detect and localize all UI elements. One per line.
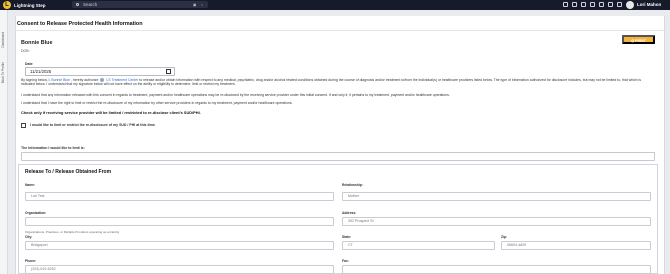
app-name: Lightning Step xyxy=(14,2,46,8)
calendar-icon[interactable] xyxy=(581,2,586,7)
dashboard-tab[interactable]: Dashboard xyxy=(1,32,5,48)
fax-field[interactable] xyxy=(342,265,651,274)
voice-icon[interactable]: ⌁ xyxy=(201,3,203,7)
city-label: City: xyxy=(25,235,33,239)
date-input[interactable]: 11/21/2025 xyxy=(25,67,175,76)
limit-information-field[interactable] xyxy=(21,152,655,161)
page-title: Consent to Release Protected Health Info… xyxy=(17,21,143,27)
state-field[interactable]: CT xyxy=(342,241,495,250)
limit-redisclosure-checkbox[interactable] xyxy=(21,123,26,128)
phone-field[interactable]: (203) 619-6252 xyxy=(25,265,334,274)
phone-label: Phone: xyxy=(25,259,37,263)
back-to-profile-tab[interactable]: Back To Profile xyxy=(1,62,5,83)
bell-icon[interactable] xyxy=(599,2,604,7)
search-input[interactable]: Search xyxy=(83,2,97,7)
address-field[interactable]: 352 Prospect St xyxy=(342,217,651,226)
limit-redisclosure-label[interactable]: I would like to limit or restrict the re… xyxy=(30,123,156,127)
fax-label: Fax: xyxy=(342,259,349,263)
release-section-title: Release To / Release Obtained From xyxy=(25,169,112,175)
name-field[interactable]: Lori Test xyxy=(25,192,334,201)
grid-icon[interactable] xyxy=(572,2,577,7)
state-label: State: xyxy=(342,235,352,239)
brand[interactable]: L Lightning Step xyxy=(3,1,46,9)
divider xyxy=(15,30,665,31)
app-logo-icon: L xyxy=(3,1,11,9)
left-rail: Dashboard Back To Profile xyxy=(0,10,8,274)
search-icon xyxy=(76,2,79,6)
zip-field[interactable]: 06604-4829 xyxy=(501,241,651,250)
relationship-field[interactable]: Mother xyxy=(342,192,651,201)
avatar[interactable] xyxy=(626,1,634,9)
search-bar[interactable]: Search ▣ ⌁ xyxy=(72,1,208,8)
patient-name: Bonnie Blue xyxy=(21,40,53,46)
rights-text: I understand that I have the right to li… xyxy=(21,101,293,105)
redisclosure-text: I understand that any information releas… xyxy=(21,93,450,97)
relationship-label: Relationship: xyxy=(342,183,363,187)
restriction-heading: Check only if receiving service provider… xyxy=(21,110,201,115)
help-icon[interactable] xyxy=(608,2,613,7)
top-bar: L Lightning Step Search ▣ ⌁ Lori Mahon xyxy=(0,0,670,10)
name-label: Name: xyxy=(25,183,36,187)
address-label: Address: xyxy=(342,211,357,215)
limit-information-label: The information I would like to limit is… xyxy=(21,145,85,150)
authorization-text: By signing below, I, Bonnie Blue , hereb… xyxy=(21,78,641,87)
calendar-icon[interactable] xyxy=(166,69,171,74)
message-icon[interactable] xyxy=(563,2,568,7)
clear-search-icon[interactable]: ▣ xyxy=(193,3,196,7)
dob-label: DOB: xyxy=(21,48,30,53)
date-value: 11/21/2025 xyxy=(30,69,52,74)
chat-icon[interactable] xyxy=(590,2,595,7)
organization-label: Organization: xyxy=(25,211,47,215)
date-label: Date xyxy=(25,61,33,66)
organization-help-text: Organizations, Practices, or Multiple Pr… xyxy=(25,230,120,234)
header-icons xyxy=(563,2,622,7)
zip-label: Zip: xyxy=(501,235,508,239)
city-field[interactable]: Bridgeport xyxy=(25,241,334,250)
user-name[interactable]: Lori Mahon xyxy=(637,2,661,7)
print-button[interactable]: ⎙ PRINT xyxy=(622,35,655,44)
settings-icon[interactable] xyxy=(617,2,622,7)
organization-field[interactable] xyxy=(25,217,334,226)
